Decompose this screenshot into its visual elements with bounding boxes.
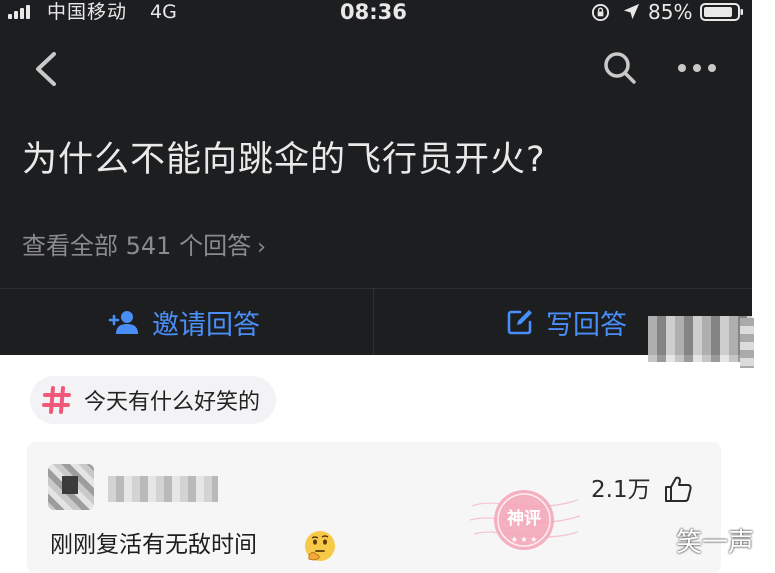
- username-redacted: [108, 476, 218, 502]
- redacted-overlay: [648, 316, 752, 362]
- rotation-lock-icon: [591, 3, 610, 22]
- back-icon[interactable]: [30, 50, 62, 88]
- search-icon[interactable]: [602, 50, 638, 86]
- stamp-text: 神评: [507, 508, 541, 529]
- like-count: 2.1万: [591, 477, 651, 503]
- write-answer-label: 写回答: [546, 309, 627, 341]
- topic-label: 今天有什么好笑的: [84, 390, 261, 415]
- view-all-answers-link[interactable]: 查看全部 541 个回答 ›: [22, 228, 266, 266]
- thumbs-up-icon[interactable]: [663, 474, 693, 504]
- divider: [373, 288, 374, 355]
- status-bar: 中国移动 4G 08:36 85%: [0, 0, 752, 26]
- comment-text: 刚刚复活有无敌时间: [50, 532, 257, 558]
- invite-answer-label: 邀请回答: [152, 309, 260, 341]
- avatar-detail: [62, 476, 78, 494]
- redacted-overlay: [740, 318, 754, 368]
- view-all-label: 查看全部 541 个回答: [22, 232, 252, 260]
- edit-icon: [507, 310, 532, 335]
- location-icon: [623, 3, 640, 20]
- network-type: 4G: [150, 1, 177, 23]
- add-person-icon: [108, 311, 138, 334]
- hashtag-icon: [42, 386, 71, 414]
- write-answer-button[interactable]: 写回答: [506, 300, 627, 344]
- page-edge: [752, 0, 775, 573]
- thinking-face-icon: [305, 531, 335, 561]
- divider: [0, 288, 752, 289]
- battery-icon: [700, 3, 743, 21]
- question-title: 为什么不能向跳伞的飞行员开火?: [22, 140, 546, 180]
- chevron-right-icon: ›: [257, 235, 266, 260]
- topic-tag[interactable]: 今天有什么好笑的: [30, 376, 277, 424]
- signal-icon: [8, 5, 30, 19]
- status-time: 08:36: [340, 0, 407, 24]
- god-comment-stamp: 神评 ★ ★ ★: [469, 490, 581, 550]
- more-icon[interactable]: [676, 58, 718, 78]
- svg-text:★ ★ ★: ★ ★ ★: [511, 535, 538, 544]
- invite-answer-button[interactable]: 邀请回答: [108, 300, 260, 344]
- carrier-name: 中国移动: [47, 1, 128, 23]
- watermark: 笑一声: [676, 528, 755, 558]
- battery-percent: 85%: [648, 0, 693, 24]
